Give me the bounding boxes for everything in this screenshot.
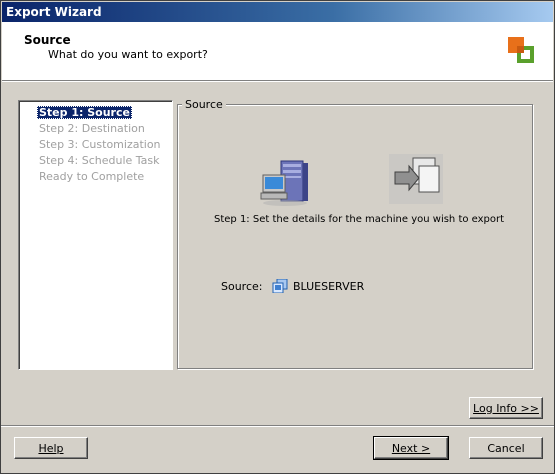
server-icon [272, 279, 288, 293]
title-bar: Export Wizard [2, 2, 553, 22]
instruction-text: Step 1: Set the details for the machine … [214, 214, 505, 225]
step-source[interactable]: Step 1: Source [37, 106, 132, 119]
export-wizard-window: Export Wizard Source What do you want to… [0, 0, 555, 474]
step-schedule-task: Step 4: Schedule Task [39, 154, 160, 167]
computer-icon [260, 160, 308, 206]
log-info-button[interactable]: Log Info >> [469, 397, 543, 419]
header-divider [2, 81, 553, 82]
source-groupbox [177, 104, 533, 369]
source-label: Source: [221, 280, 263, 293]
step-destination: Step 2: Destination [39, 122, 145, 135]
log-info-label: Log Info >> [473, 401, 539, 415]
step-customization: Step 3: Customization [39, 138, 161, 151]
export-icon [389, 154, 443, 204]
page-subtitle: What do you want to export? [48, 48, 208, 61]
button-separator [1, 425, 554, 427]
cancel-button[interactable]: Cancel [469, 437, 543, 459]
step-ready-to-complete: Ready to Complete [39, 170, 145, 183]
page-title: Source [24, 33, 71, 47]
steps-list: Step 1: Source Step 2: Destination Step … [18, 100, 173, 370]
next-button[interactable]: Next > [373, 436, 449, 460]
wizard-header: Source What do you want to export? [2, 22, 553, 81]
help-label: Help [38, 441, 64, 455]
next-label: Next > [391, 441, 431, 455]
groupbox-label: Source [182, 98, 226, 111]
product-logo-icon [508, 37, 534, 63]
source-machine-name: BLUESERVER [293, 280, 365, 293]
help-button[interactable]: Help [14, 437, 88, 459]
